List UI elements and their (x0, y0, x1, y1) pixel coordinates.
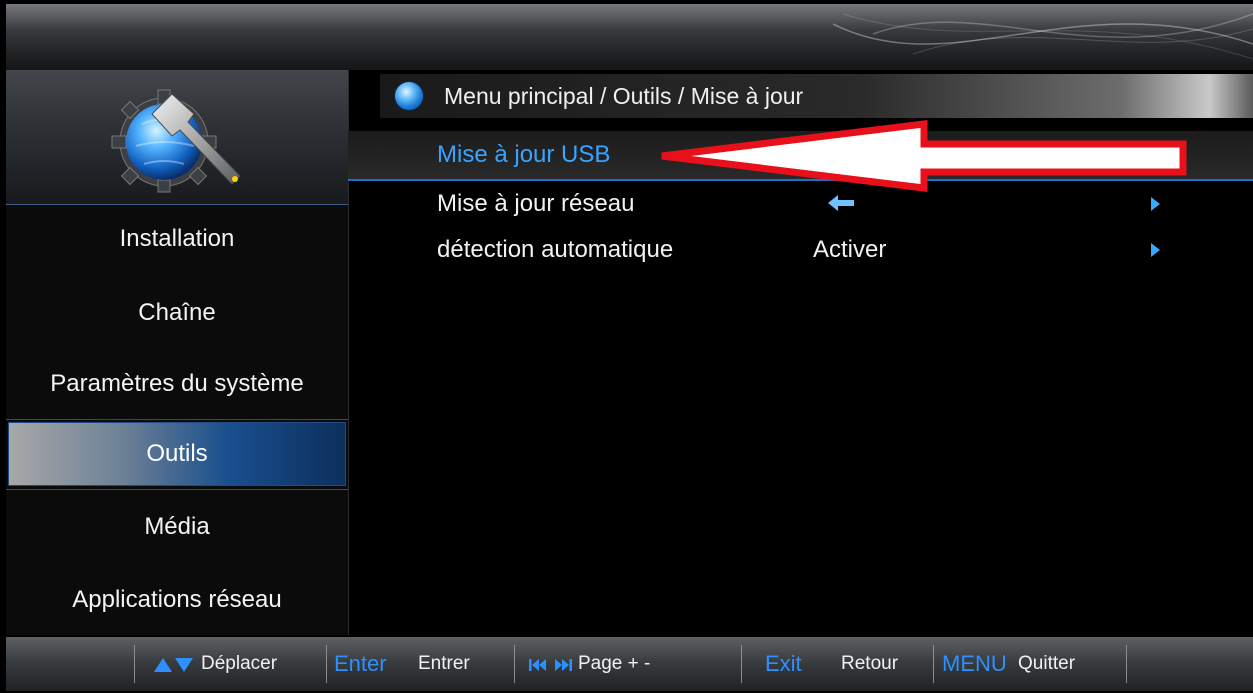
footer-page-label: Page + - (578, 653, 651, 674)
footer-hint-bar: Déplacer Enter Entrer Page + - Exit Reto… (6, 637, 1253, 691)
sidebar: Installation Chaîne Paramètres du systèm… (6, 70, 349, 635)
sidebar-item-outils[interactable]: Outils (8, 422, 346, 486)
footer-divider (514, 645, 515, 683)
left-arrow-icon (828, 195, 854, 211)
sidebar-divider (6, 489, 348, 490)
tools-logo-area (6, 70, 348, 205)
footer-divider (134, 645, 135, 683)
sidebar-divider (6, 419, 348, 420)
menu-key-label: MENU (942, 651, 1007, 676)
top-banner (6, 4, 1253, 70)
footer-divider (1126, 645, 1127, 683)
footer-divider (933, 645, 934, 683)
footer-menu-key: MENU (942, 637, 1007, 691)
sidebar-item-chaine[interactable]: Chaîne (6, 283, 348, 343)
footer-menu-label: Quitter (1018, 653, 1076, 674)
exit-key-label: Exit (765, 651, 802, 676)
sidebar-item-parametres[interactable]: Paramètres du système (6, 354, 348, 414)
prev-next-page-icon (529, 659, 572, 671)
enter-key-label: Enter (334, 651, 387, 676)
breadcrumb-text: Menu principal / Outils / Mise à jour (444, 83, 804, 109)
tv-menu-screen: Installation Chaîne Paramètres du systèm… (0, 0, 1253, 691)
submenu-arrow-icon[interactable] (1151, 197, 1160, 211)
footer-enter-key: Enter (334, 637, 387, 691)
menu-value-detection-automatique[interactable]: Activer (813, 236, 886, 264)
menu-item-detection-automatique[interactable]: détection automatique (437, 236, 673, 264)
footer-exit-key: Exit (765, 637, 802, 691)
footer-divider (741, 645, 742, 683)
blue-orb-icon (395, 82, 423, 110)
sidebar-item-media[interactable]: Média (6, 497, 348, 557)
menu-item-mise-a-jour-reseau[interactable]: Mise à jour réseau (437, 190, 634, 218)
menu-item-mise-a-jour-usb[interactable]: Mise à jour USB (437, 141, 610, 169)
footer-move-label: Déplacer (201, 653, 278, 674)
sidebar-item-applications-reseau[interactable]: Applications réseau (6, 570, 348, 630)
banner-swoosh-decoration (833, 13, 1253, 60)
sidebar-item-installation[interactable]: Installation (6, 209, 348, 269)
footer-divider (326, 645, 327, 683)
globe-wrench-icon (111, 89, 241, 193)
breadcrumb: Menu principal / Outils / Mise à jour (380, 74, 1253, 118)
up-down-arrows-icon (154, 658, 193, 672)
footer-enter-label: Entrer (418, 653, 470, 674)
footer-exit-label: Retour (841, 653, 899, 674)
submenu-arrow-icon[interactable] (1151, 243, 1160, 257)
